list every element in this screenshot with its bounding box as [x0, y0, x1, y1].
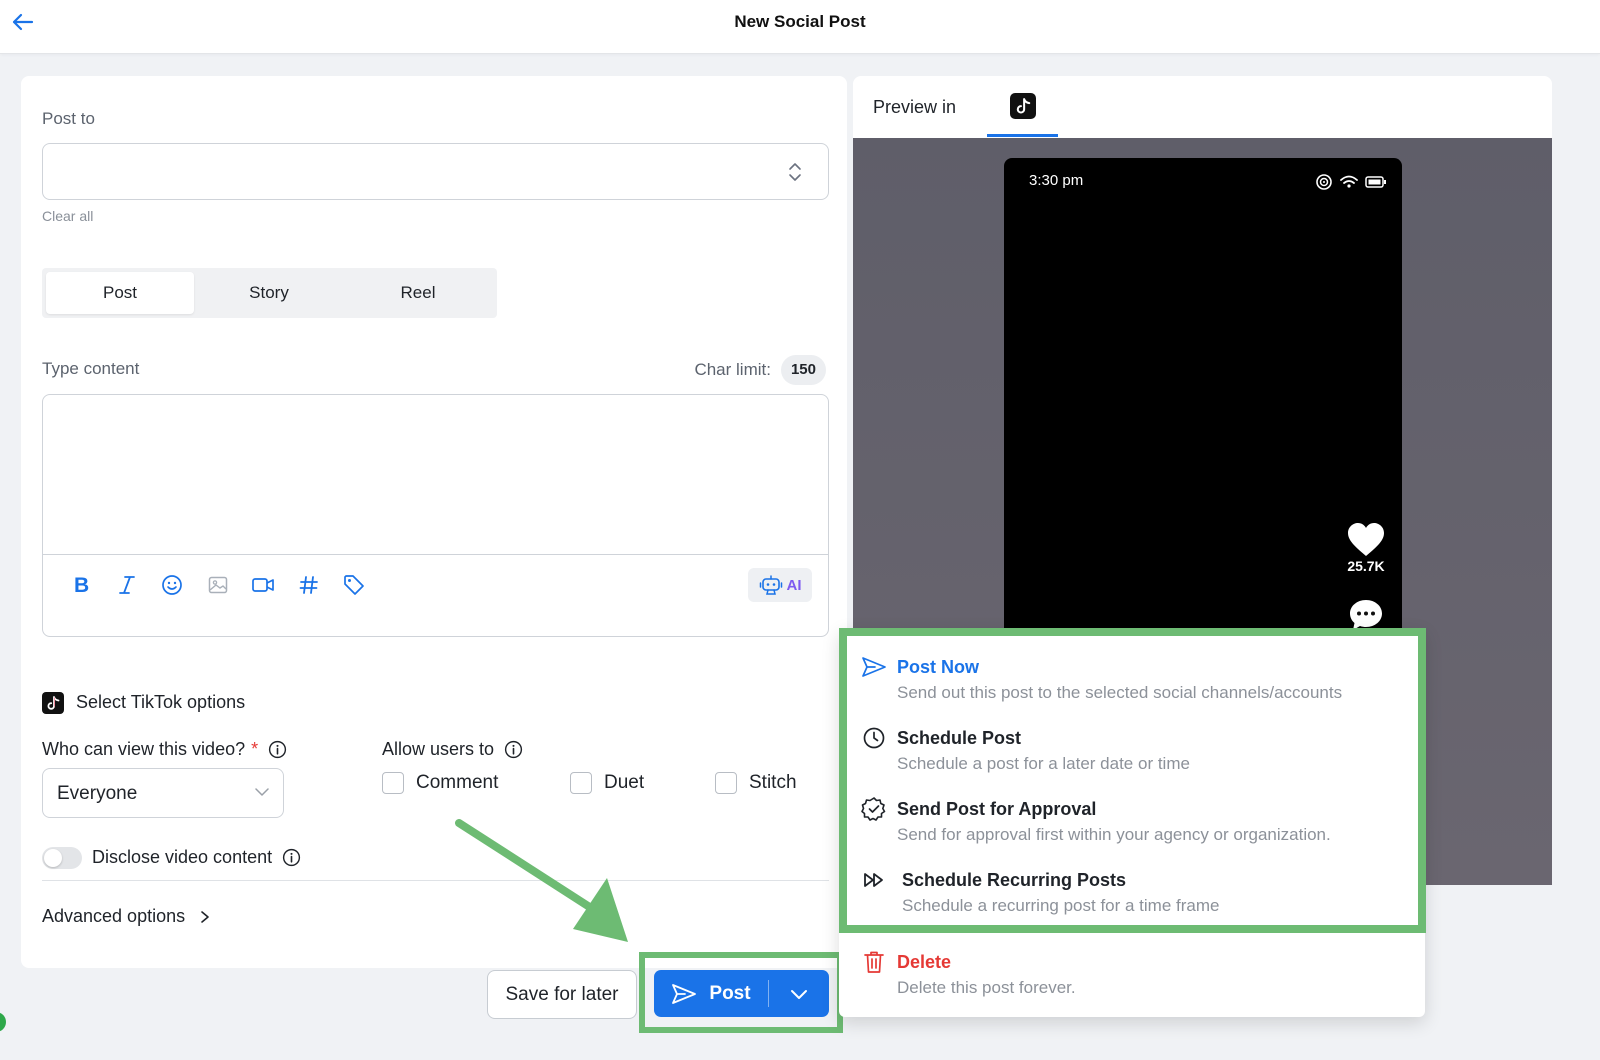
menu-item-desc: Schedule a recurring post for a time fra… [902, 896, 1220, 915]
chevron-down-icon [791, 989, 807, 999]
menu-item-title: Schedule Recurring Posts [902, 870, 1127, 890]
trash-icon [861, 949, 887, 975]
menu-item-title: Delete [897, 952, 952, 972]
menu-item-desc: Delete this post forever. [897, 978, 1076, 997]
send-icon [672, 983, 697, 1004]
post-split-button[interactable]: Post [654, 970, 829, 1017]
menu-item-schedule-recurring[interactable]: Schedule Recurring Posts Schedule a recu… [839, 867, 1425, 927]
clock-icon [861, 725, 887, 751]
heart-icon[interactable] [1346, 522, 1386, 558]
tiktok-preview-tab[interactable] [1010, 93, 1036, 119]
phone-time: 3:30 pm [1029, 172, 1084, 189]
badge-check-icon [861, 796, 887, 822]
status-icons [1316, 174, 1386, 190]
active-tab-indicator [987, 134, 1058, 137]
post-options-caret[interactable] [769, 970, 829, 1017]
tiktok-icon [1016, 97, 1031, 113]
menu-item-title: Post Now [897, 657, 980, 677]
preview-label: Preview in [873, 97, 957, 117]
menu-item-post-now[interactable]: Post Now Send out this post to the selec… [839, 654, 1425, 714]
post-button-label: Post [709, 982, 751, 1004]
menu-item-send-for-approval[interactable]: Send Post for Approval Send for approval… [839, 796, 1425, 856]
menu-item-schedule-post[interactable]: Schedule Post Schedule a post for a late… [839, 725, 1425, 785]
fast-forward-icon [861, 867, 887, 893]
menu-item-desc: Schedule a post for a later date or time [897, 754, 1190, 773]
menu-item-desc: Send for approval first within your agen… [897, 825, 1331, 844]
menu-item-title: Send Post for Approval [897, 799, 1097, 819]
post-options-menu: Post Now Send out this post to the selec… [839, 628, 1425, 1017]
menu-item-delete[interactable]: Delete Delete this post forever. [839, 949, 1425, 1009]
likes-count: 25.7K [1347, 558, 1385, 574]
save-for-later-button[interactable]: Save for later [487, 970, 637, 1019]
comment-icon[interactable] [1348, 598, 1384, 632]
menu-item-desc: Send out this post to the selected socia… [897, 683, 1343, 702]
send-icon [861, 654, 887, 680]
post-button[interactable]: Post [654, 970, 768, 1017]
menu-item-title: Schedule Post [897, 728, 1022, 748]
